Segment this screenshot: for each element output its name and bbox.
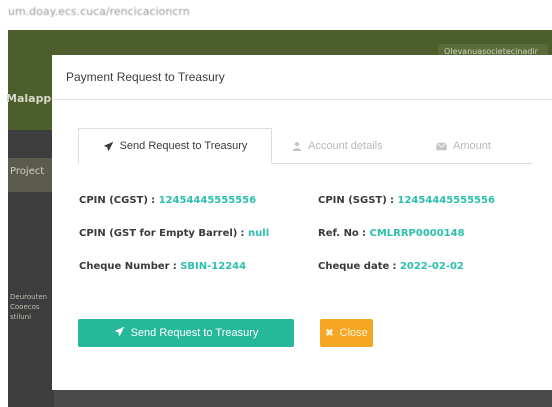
modal-title: Payment Request to Treasury — [66, 70, 225, 84]
list-item: Cooecos — [10, 303, 40, 311]
cpin-gst-empty-row: CPIN (GST for Empty Barrel) : null — [79, 228, 269, 239]
list-item: stiluni — [10, 313, 32, 321]
field-separator: : — [151, 195, 159, 206]
list-item: Deurouten — [10, 293, 48, 301]
envelope-icon — [436, 141, 447, 151]
field-value: 2022-02-02 — [399, 261, 464, 272]
tab-amount[interactable]: Amount — [436, 128, 491, 164]
send-icon — [103, 141, 114, 152]
field-value: 12454445555556 — [158, 195, 257, 206]
cheque-number-row: Cheque Number : SBIN-12244 — [79, 261, 246, 272]
field-separator: : — [390, 195, 398, 206]
close-button-label: Close — [339, 327, 368, 339]
field-value: SBIN-12244 — [180, 261, 247, 272]
tab-label: Send Request to Treasury — [119, 140, 248, 152]
tab-label: Amount — [453, 140, 491, 152]
sidebar-project-label: Project — [10, 166, 45, 177]
url-text: um.doay.ecs.cuca/rencicacioncrn — [8, 5, 190, 18]
field-separator: : — [392, 261, 400, 272]
field-label: Ref. No — [318, 228, 359, 239]
send-icon — [114, 326, 125, 340]
field-value: null — [248, 228, 270, 239]
cpin-cgst-row: CPIN (CGST) : 12454445555556 — [79, 195, 256, 206]
close-icon: ✖ — [325, 327, 334, 339]
user-icon — [292, 141, 302, 151]
send-button-label: Send Request to Treasury — [130, 327, 259, 339]
field-label: Cheque date — [318, 261, 390, 272]
field-value: CMLRRP0000148 — [369, 228, 465, 239]
modal-header: Payment Request to Treasury — [52, 55, 552, 100]
field-label: CPIN (SGST) — [318, 195, 387, 206]
field-label: CPIN (GST for Empty Barrel) — [79, 228, 238, 239]
ref-no-row: Ref. No : CMLRRP0000148 — [318, 228, 465, 239]
close-button[interactable]: ✖ Close — [320, 319, 373, 347]
tab-bar: Send Request to Treasury Account details… — [78, 128, 532, 164]
tab-send-request[interactable]: Send Request to Treasury — [78, 128, 272, 164]
tab-label: Account details — [308, 140, 383, 152]
cpin-sgst-row: CPIN (SGST) : 12454445555556 — [318, 195, 495, 206]
field-value: 12454445555556 — [397, 195, 495, 206]
send-request-button[interactable]: Send Request to Treasury — [78, 319, 294, 347]
field-label: Cheque Number — [79, 261, 170, 272]
sidebar-list: Deurouten Cooecos stiluni — [10, 292, 47, 322]
field-label: CPIN (CGST) — [79, 195, 148, 206]
cheque-date-row: Cheque date : 2022-02-02 — [318, 261, 464, 272]
address-bar: um.doay.ecs.cuca/rencicacioncrn — [0, 0, 552, 30]
field-separator: : — [240, 228, 249, 239]
tab-account-details[interactable]: Account details — [292, 128, 383, 164]
sidebar-item-project: Project — [8, 158, 54, 192]
